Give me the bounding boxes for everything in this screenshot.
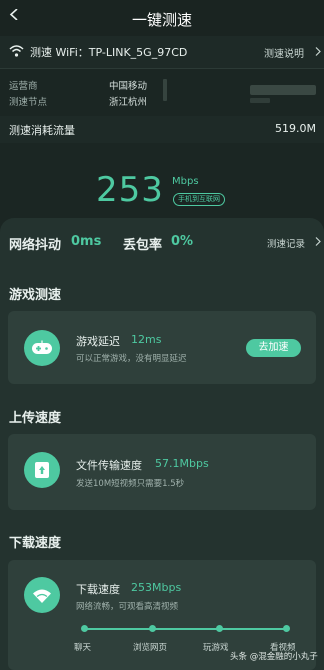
speed-unit: Mbps bbox=[172, 176, 199, 187]
accelerate-button[interactable]: 去加速 bbox=[246, 339, 301, 357]
chevron-right-icon bbox=[315, 47, 321, 56]
packet-loss-value: 0% bbox=[171, 234, 194, 249]
traffic-label: 测速消耗流量 bbox=[9, 124, 75, 137]
blurred-area bbox=[163, 79, 167, 101]
speedtest-help-link[interactable]: 测速说明 bbox=[264, 45, 304, 60]
jitter-label: 网络抖动 bbox=[9, 238, 62, 253]
packet-loss-label: 丢包率 bbox=[123, 238, 163, 253]
speedtest-history-link[interactable]: 测速记录 bbox=[267, 236, 305, 250]
usage-scale-line bbox=[84, 628, 288, 630]
scale-label-chat: 聊天 bbox=[74, 643, 92, 653]
wifi-icon bbox=[33, 589, 51, 603]
wifi-ssid-line: 测速 WiFi：TP-LINK_5G_97CD bbox=[30, 44, 187, 60]
jitter-value: 0ms bbox=[71, 234, 102, 249]
divider bbox=[0, 68, 324, 69]
game-latency-desc: 可以正常游戏，没有明显延迟 bbox=[76, 354, 187, 364]
file-transfer-label: 文件传输速度 bbox=[76, 459, 142, 472]
file-transfer-value: 57.1Mbps bbox=[155, 457, 209, 470]
wifi-icon bbox=[9, 45, 24, 57]
info-key-node: 测速节点 bbox=[9, 97, 48, 108]
scale-dot bbox=[81, 625, 88, 632]
scale-label-browse: 浏览网页 bbox=[133, 643, 168, 653]
scale-dot bbox=[283, 625, 290, 632]
scale-dot bbox=[149, 625, 156, 632]
info-value-node: 浙江杭州 bbox=[109, 97, 148, 108]
scale-dot bbox=[216, 625, 223, 632]
game-latency-value: 12ms bbox=[131, 333, 162, 346]
wifi-ssid: TP-LINK_5G_97CD bbox=[88, 46, 188, 59]
upload-section-title: 上传速度 bbox=[9, 411, 62, 426]
game-latency-label: 游戏延迟 bbox=[76, 335, 120, 348]
download-speed-value: 253Mbps bbox=[131, 581, 182, 594]
wifi-label: 测速 WiFi： bbox=[30, 46, 89, 59]
watermark: 头条 @混金融的小丸子 bbox=[230, 652, 318, 662]
download-speed-desc: 网络流畅，可观看高清视频 bbox=[76, 602, 179, 612]
game-section-title: 游戏测速 bbox=[9, 288, 62, 303]
page-title: 一键测速 bbox=[131, 11, 192, 29]
speed-value: 253 bbox=[96, 170, 164, 210]
download-section-title: 下载速度 bbox=[9, 536, 62, 551]
blurred-area bbox=[250, 98, 270, 103]
blurred-area bbox=[250, 85, 316, 95]
traffic-value: 519.0M bbox=[275, 122, 316, 135]
gamepad-icon bbox=[32, 340, 52, 354]
download-speed-label: 下载速度 bbox=[76, 583, 120, 596]
file-transfer-icon bbox=[35, 462, 49, 478]
file-transfer-desc: 发送10M短视频只需要1.5秒 bbox=[76, 479, 185, 489]
info-key-carrier: 运营商 bbox=[9, 81, 38, 92]
chevron-right-icon bbox=[315, 237, 321, 246]
speed-badge: 手机到互联网 bbox=[173, 193, 225, 206]
info-value-carrier: 中国移动 bbox=[109, 81, 148, 92]
scale-label-game: 玩游戏 bbox=[203, 643, 229, 653]
